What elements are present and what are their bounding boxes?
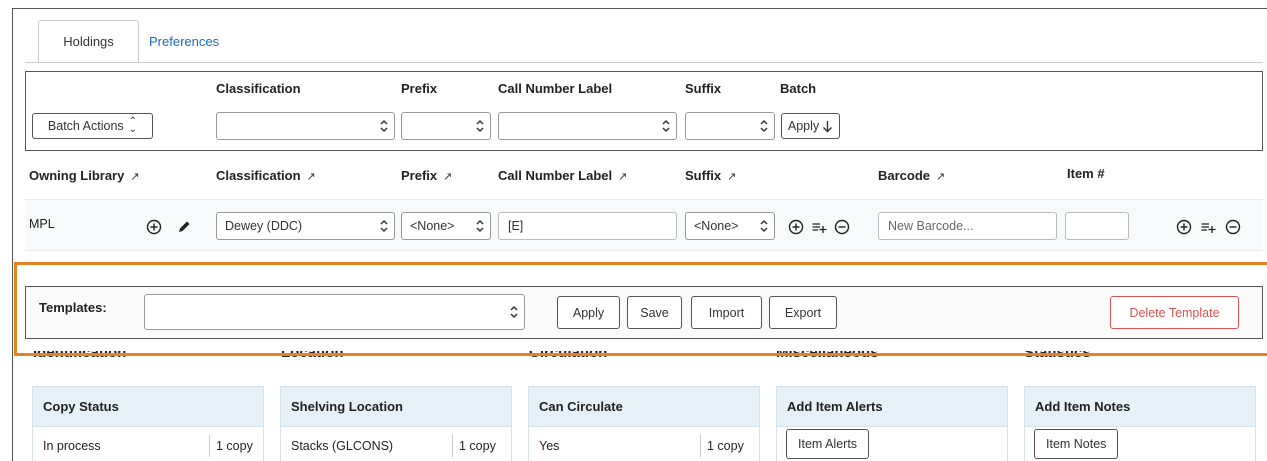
row-prefix-select[interactable]: <None> [401, 212, 491, 240]
copy-status-card: Copy Status In process 1 copy [32, 386, 264, 461]
shelving-location-card: Shelving Location Stacks (GLCONS) 1 copy [280, 386, 512, 461]
chevron-up-down-icon: ⌃ ⌄ [128, 116, 138, 135]
can-circulate-count: 1 copy [700, 435, 744, 457]
arrow-up-right-icon: ↗ [443, 171, 453, 183]
arrow-down-icon [822, 120, 833, 133]
shelving-location-count: 1 copy [452, 435, 496, 457]
batch-apply-button[interactable]: Apply [781, 113, 840, 139]
batch-call-number-select[interactable] [498, 112, 677, 140]
batch-actions-label: Batch Actions [47, 119, 124, 133]
batch-apply-label: Apply [787, 119, 820, 133]
plus-circle-icon[interactable] [146, 219, 162, 235]
row-prefix-value: <None> [410, 219, 455, 233]
arrow-up-right-icon: ↗ [936, 171, 946, 183]
col-call-number-label[interactable]: Call Number Label ↗ [498, 168, 627, 183]
chevron-up-down-icon [475, 117, 485, 135]
col-owning-library[interactable]: Owning Library ↗ [29, 168, 140, 183]
item-alerts-title: Add Item Alerts [777, 387, 1007, 427]
minus-circle-icon[interactable] [834, 219, 850, 235]
pencil-icon[interactable] [176, 219, 192, 235]
chevron-up-down-icon [475, 217, 485, 235]
copy-status-value[interactable]: In process [43, 439, 101, 453]
row-suffix-select[interactable]: <None> [685, 212, 775, 240]
col-classification[interactable]: Classification ↗ [216, 168, 316, 183]
owning-library-value: MPL [29, 217, 55, 231]
chevron-up-down-icon [379, 117, 389, 135]
templates-highlight [14, 262, 1267, 356]
list-add-icon[interactable] [1200, 219, 1216, 235]
item-notes-title: Add Item Notes [1025, 387, 1255, 427]
shelving-location-value[interactable]: Stacks (GLCONS) [291, 439, 393, 453]
batch-classification-select[interactable] [216, 112, 395, 140]
batch-col-batch: Batch [780, 81, 817, 96]
chevron-up-down-icon [661, 117, 671, 135]
arrow-up-right-icon: ↗ [306, 171, 316, 183]
list-add-icon[interactable] [811, 219, 827, 235]
item-alerts-card: Add Item Alerts Item Alerts [776, 386, 1008, 461]
batch-prefix-select[interactable] [401, 112, 491, 140]
item-notes-card: Add Item Notes Item Notes [1024, 386, 1256, 461]
tab-preferences[interactable]: Preferences [149, 20, 219, 63]
item-number-input[interactable] [1065, 212, 1129, 240]
minus-circle-icon[interactable] [1225, 219, 1241, 235]
tab-holdings[interactable]: Holdings [38, 20, 139, 63]
arrow-up-right-icon: ↗ [130, 171, 140, 183]
chevron-up-down-icon [379, 217, 389, 235]
batch-col-suffix: Suffix [685, 81, 722, 96]
can-circulate-card: Can Circulate Yes 1 copy [528, 386, 760, 461]
batch-col-call-number-label: Call Number Label [498, 81, 613, 96]
batch-actions-button[interactable]: Batch Actions ⌃ ⌄ [32, 113, 153, 139]
row-classification-value: Dewey (DDC) [225, 219, 303, 233]
batch-col-classification: Classification [216, 81, 301, 96]
can-circulate-title: Can Circulate [529, 387, 759, 427]
chevron-up-down-icon [759, 117, 769, 135]
batch-suffix-select[interactable] [685, 112, 775, 140]
row-suffix-value: <None> [694, 219, 739, 233]
item-alerts-button[interactable]: Item Alerts [786, 429, 870, 459]
col-suffix[interactable]: Suffix ↗ [685, 168, 736, 183]
item-notes-button[interactable]: Item Notes [1034, 429, 1119, 459]
col-barcode[interactable]: Barcode ↗ [878, 168, 945, 183]
arrow-up-right-icon: ↗ [618, 171, 628, 183]
can-circulate-value[interactable]: Yes [539, 439, 559, 453]
arrow-up-right-icon: ↗ [727, 171, 737, 183]
col-prefix[interactable]: Prefix ↗ [401, 168, 452, 183]
shelving-location-title: Shelving Location [281, 387, 511, 427]
plus-circle-icon[interactable] [1176, 219, 1192, 235]
barcode-input[interactable]: New Barcode... [878, 212, 1057, 240]
col-item-number: Item # [1067, 166, 1105, 181]
plus-circle-icon[interactable] [788, 219, 804, 235]
copy-status-count: 1 copy [209, 435, 253, 457]
row-classification-select[interactable]: Dewey (DDC) [216, 212, 395, 240]
chevron-up-down-icon [759, 217, 769, 235]
tabs-divider [25, 62, 1263, 63]
copy-status-title: Copy Status [33, 387, 263, 427]
batch-col-prefix: Prefix [401, 81, 438, 96]
row-call-number-input[interactable]: [E] [498, 212, 677, 240]
